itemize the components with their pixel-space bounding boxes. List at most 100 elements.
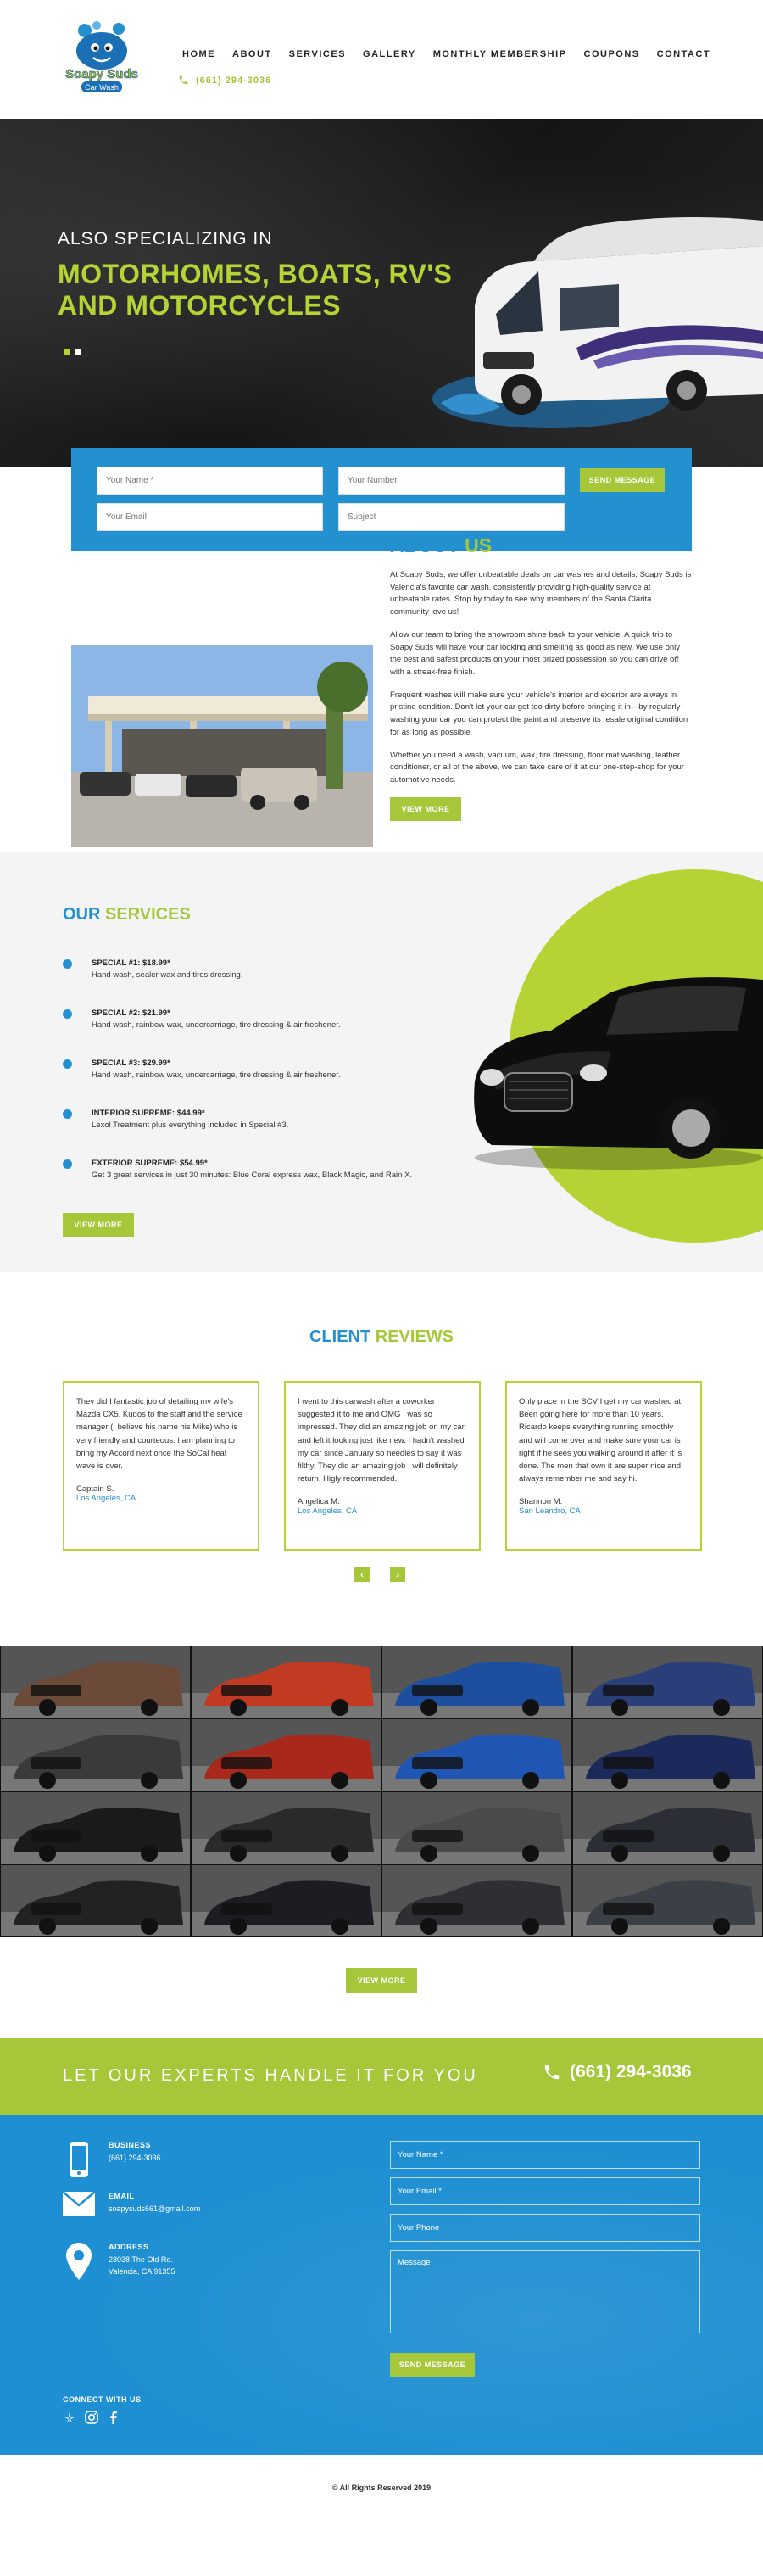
hero-title: MOTORHOMES, BOATS, RV'S AND MOTORCYCLES	[58, 259, 453, 321]
slider-dot-active[interactable]	[64, 349, 70, 355]
address-line2: Valencia, CA 91355	[109, 2266, 175, 2276]
yelp-icon[interactable]	[63, 2411, 76, 2424]
nav-monthly-membership[interactable]: MONTHLY MEMBERSHIP	[433, 49, 567, 59]
gallery-photo[interactable]	[572, 1864, 763, 1937]
main-nav: HOME ABOUT SERVICES GALLERY MONTHLY MEMB…	[182, 49, 710, 59]
gallery-photo[interactable]	[382, 1718, 572, 1791]
services-view-more-button[interactable]: VIEW MORE	[63, 1213, 134, 1237]
photo-gallery	[0, 1646, 763, 1938]
contact-email-input[interactable]	[390, 2177, 700, 2205]
service-item: SPECIAL #2: $21.99* Hand wash, rainbow wa…	[63, 1009, 419, 1059]
contact-email: EMAIL soapysuds661@gmail.com	[63, 2192, 200, 2216]
service-description: Get 3 great services in just 30 minutes:…	[92, 1171, 413, 1180]
facebook-icon[interactable]	[107, 2411, 120, 2424]
cta-phone[interactable]: (661) 294-3036	[543, 2062, 692, 2082]
reviews-section: CLIENT REVIEWS They did I fantastic job …	[0, 1272, 763, 1646]
connect-label: CONNECT WITH US	[63, 2395, 142, 2404]
envelope-icon	[63, 2192, 95, 2216]
business-label: BUSINESS	[109, 2141, 152, 2149]
review-text: Only place in the SCV I get my car washe…	[519, 1397, 683, 1484]
contact-phone-input[interactable]	[390, 2214, 700, 2242]
site-footer: © All Rights Reserved 2019	[0, 2455, 763, 2524]
gallery-photo[interactable]	[572, 1791, 763, 1864]
service-description: Hand wash, sealer wax and tires dressing…	[92, 970, 243, 980]
gallery-button-wrap: VIEW MORE	[0, 1938, 763, 2038]
about-view-more-button[interactable]: VIEW MORE	[390, 796, 461, 821]
business-phone[interactable]: (661) 294-3036	[109, 2153, 161, 2165]
about-paragraph: Whether you need a wash, vacuum, wax, ti…	[390, 750, 684, 785]
gallery-view-more-button[interactable]: VIEW MORE	[346, 1968, 417, 1993]
soapy-suds-logo[interactable]: Soapy Suds Car Wash	[59, 15, 144, 96]
about-paragraph: Frequent washes will make sure your vehi…	[390, 690, 688, 737]
email-label: EMAIL	[109, 2192, 135, 2200]
nav-coupons[interactable]: COUPONS	[584, 49, 640, 59]
site-header: Soapy Suds Car Wash HOME ABOUT SERVICES …	[0, 0, 763, 119]
service-item: SPECIAL #1: $18.99* Hand wash, sealer wax…	[63, 958, 419, 1009]
contact-address: ADDRESS 28038 The Old Rd. Valencia, CA 913…	[63, 2243, 175, 2280]
service-item: EXTERIOR SUPREME: $54.99* Get 3 great ser…	[63, 1159, 419, 1209]
hero-subtitle: ALSO SPECIALIZING IN	[58, 229, 273, 249]
gallery-photo[interactable]	[382, 1646, 572, 1718]
about-section: ABOUT US At Soapy Suds, we offer unbeata…	[0, 467, 763, 852]
bullet-icon	[63, 1159, 72, 1169]
gallery-photo[interactable]	[191, 1791, 382, 1864]
gallery-photo[interactable]	[191, 1646, 382, 1718]
services-heading-part1: OUR	[63, 905, 101, 924]
review-card: Only place in the SCV I get my car washe…	[505, 1381, 702, 1551]
about-paragraph: Allow our team to bring the showroom shi…	[390, 629, 681, 678]
gallery-photo[interactable]	[191, 1864, 382, 1937]
prev-review-button[interactable]: ‹	[354, 1567, 370, 1582]
gallery-photo[interactable]	[191, 1718, 382, 1791]
reviewer-name: Angelica M.	[298, 1497, 340, 1507]
about-content: ABOUT US At Soapy Suds, we offer unbeata…	[390, 534, 692, 821]
contact-name-input[interactable]	[390, 2141, 700, 2169]
about-heading-part2: US	[465, 534, 493, 556]
next-review-button[interactable]: ›	[390, 1567, 405, 1582]
about-heading: ABOUT US	[390, 534, 692, 557]
gallery-photo[interactable]	[0, 1646, 191, 1718]
slider-dot[interactable]	[75, 349, 81, 355]
nav-gallery[interactable]: GALLERY	[363, 49, 416, 59]
copyright-text: © All Rights Reserved 2019	[331, 2484, 432, 2492]
gallery-photo[interactable]	[572, 1718, 763, 1791]
services-list: SPECIAL #1: $18.99* Hand wash, sealer wax…	[63, 958, 419, 1209]
gallery-photo[interactable]	[382, 1864, 572, 1937]
nav-contact[interactable]: CONTACT	[657, 49, 710, 59]
instagram-icon[interactable]	[85, 2411, 98, 2424]
service-title: INTERIOR SUPREME: $44.99*	[92, 1109, 205, 1118]
gallery-photo[interactable]	[0, 1791, 191, 1864]
reviewer-name: Shannon M.	[519, 1497, 563, 1507]
reviewer-location: Los Angeles, CA	[76, 1494, 136, 1504]
address-line1: 28038 The Old Rd.	[109, 2255, 173, 2264]
cta-phone-number: (661) 294-3036	[570, 2062, 692, 2081]
phone-icon	[544, 2065, 560, 2080]
address-label: ADDRESS	[109, 2243, 149, 2251]
about-heading-part1: ABOUT	[390, 534, 459, 556]
bullet-icon	[63, 959, 72, 969]
review-cards: They did I fantastic job of detailing my…	[63, 1381, 702, 1551]
review-text: I went to this carwash after a coworker …	[298, 1397, 465, 1484]
black-car-image	[474, 977, 763, 1170]
contact-business: BUSINESS (661) 294-3036	[63, 2141, 161, 2178]
email-address[interactable]: soapysuds661@gmail.com	[109, 2204, 200, 2216]
nav-services[interactable]: SERVICES	[289, 49, 346, 59]
cta-text: LET OUR EXPERTS HANDLE IT FOR YOU	[63, 2066, 478, 2085]
services-heading: OUR SERVICES	[63, 905, 191, 925]
review-card: I went to this carwash after a coworker …	[284, 1381, 481, 1551]
contact-message-input[interactable]	[390, 2250, 700, 2333]
header-phone[interactable]: (661) 294-3036	[178, 75, 271, 86]
nav-about[interactable]: ABOUT	[232, 49, 272, 59]
logo-text-line1: Soapy Suds	[65, 67, 138, 81]
gallery-photo[interactable]	[572, 1646, 763, 1718]
nav-home[interactable]: HOME	[182, 49, 215, 59]
gallery-photo[interactable]	[0, 1864, 191, 1937]
logo-text-line2: Car Wash	[85, 83, 119, 92]
gallery-photo[interactable]	[0, 1718, 191, 1791]
contact-send-message-button[interactable]: SEND MESSAGE	[390, 2353, 475, 2377]
bullet-icon	[63, 1059, 72, 1069]
contact-form: SEND MESSAGE	[390, 2141, 700, 2377]
about-paragraph: At Soapy Suds, we offer unbeatable deals…	[390, 570, 692, 617]
header-phone-number: (661) 294-3036	[196, 75, 272, 86]
gallery-photo[interactable]	[382, 1791, 572, 1864]
reviewer-location: Los Angeles, CA	[298, 1506, 358, 1517]
